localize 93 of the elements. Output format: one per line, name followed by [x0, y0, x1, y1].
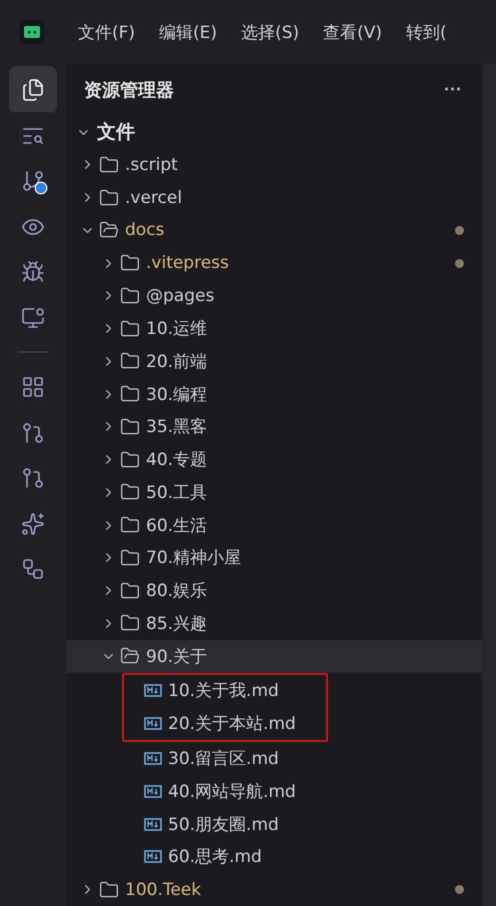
folder-row[interactable]: 90.关于	[66, 640, 482, 673]
folder-name: 20.前端	[146, 350, 208, 373]
file-row[interactable]: 50.朋友圈.md	[66, 808, 482, 841]
folder-name: 50.工具	[146, 482, 208, 504]
menu-item[interactable]: 编辑(E)	[159, 20, 218, 44]
folder-name: 85.兴趣	[146, 612, 208, 635]
folder-row[interactable]: docs	[66, 214, 482, 247]
folder-row[interactable]: 100.Teek	[66, 873, 482, 906]
folder-name: .vitepress	[146, 253, 229, 274]
app-logo	[20, 20, 44, 44]
folder-name: 80.娱乐	[146, 580, 208, 602]
folder-icon	[120, 613, 140, 634]
folder-name: docs	[125, 220, 164, 240]
markdown-icon	[144, 717, 162, 730]
modified-dot	[455, 258, 464, 268]
file-row[interactable]: 40.网站导航.md	[66, 775, 482, 808]
modified-dot	[455, 885, 464, 894]
files-button[interactable]	[9, 66, 57, 114]
folder-icon	[99, 188, 119, 208]
file-name: 40.网站导航.md	[168, 780, 296, 803]
folder-row[interactable]: .vercel	[66, 181, 482, 214]
folder-icon	[120, 450, 140, 470]
file-name: 30.留言区.md	[168, 748, 279, 770]
folder-icon	[120, 548, 140, 568]
markdown-icon	[144, 818, 162, 831]
menu-item[interactable]: 选择(S)	[241, 20, 300, 44]
section-title: 文件	[97, 120, 135, 146]
folder-icon	[120, 482, 140, 502]
folder-row[interactable]: .script	[66, 148, 482, 182]
markdown-icon	[144, 850, 162, 864]
folder-row[interactable]: 85.兴趣	[66, 607, 482, 640]
folder-icon	[120, 580, 140, 601]
folder-row[interactable]: 35.黑客	[66, 410, 482, 444]
folder-name: 100.Teek	[125, 880, 202, 900]
folder-name: 90.关于	[146, 646, 208, 668]
file-row[interactable]: 30.留言区.md	[66, 742, 482, 776]
folder-name: @pages	[146, 286, 214, 306]
markdown-icon	[144, 752, 162, 766]
more-button[interactable]: ···	[444, 79, 462, 100]
file-name: 50.朋友圈.md	[168, 814, 279, 836]
branch-icon	[21, 169, 45, 193]
file-row[interactable]: 10.关于我.md	[66, 674, 326, 708]
folder-row[interactable]: 70.精神小屋	[66, 542, 482, 574]
folder-row[interactable]: @pages	[66, 280, 482, 312]
file-name: 20.关于本站.md	[168, 713, 296, 736]
folder-name: 60.生活	[146, 514, 208, 537]
folder-row[interactable]: 50.工具	[66, 476, 482, 509]
folder-name: 40.专题	[146, 449, 208, 472]
folder-name: 10.运维	[146, 318, 208, 340]
files-icon	[21, 78, 45, 102]
menu-item[interactable]: 文件(F)	[78, 20, 136, 44]
folder-icon	[120, 384, 140, 404]
monitor-icon	[21, 306, 45, 330]
folder-icon	[120, 416, 140, 437]
folder-name: 35.黑客	[146, 416, 208, 438]
folder-icon	[99, 880, 119, 900]
pull-request-icon	[21, 420, 45, 444]
folder-icon	[120, 646, 140, 666]
folder-icon	[120, 253, 140, 274]
folder-icon	[120, 318, 140, 339]
folder-name: .vercel	[125, 188, 182, 208]
nodes-icon	[21, 557, 45, 581]
menu-item[interactable]: 转到(	[406, 20, 447, 44]
folder-row[interactable]: 30.编程	[66, 378, 482, 411]
file-name: 60.思考.md	[168, 846, 262, 868]
menu-item[interactable]: 查看(V)	[323, 20, 382, 44]
folder-row[interactable]: 60.生活	[66, 508, 482, 542]
folder-name: 30.编程	[146, 384, 208, 406]
file-name: 10.关于我.md	[168, 680, 279, 702]
folder-row[interactable]: 20.前端	[66, 345, 482, 378]
folder-row[interactable]: 40.专题	[66, 443, 482, 476]
folder-icon	[120, 286, 140, 306]
section-header[interactable]: 文件	[66, 116, 482, 149]
pull-request-icon	[21, 466, 45, 490]
sparkle-icon	[21, 512, 45, 536]
markdown-icon	[144, 684, 162, 698]
modified-dot	[455, 226, 464, 235]
folder-name: 70.精神小屋	[146, 547, 242, 570]
folder-row[interactable]: .vitepress	[66, 246, 482, 280]
bug-icon	[21, 260, 45, 284]
markdown-icon	[144, 784, 162, 798]
grid-icon	[21, 375, 45, 399]
clock-badge-icon	[34, 181, 48, 195]
folder-row[interactable]: 80.娱乐	[66, 574, 482, 608]
file-row[interactable]: 60.思考.md	[66, 840, 482, 874]
file-row[interactable]: 20.关于本站.md	[66, 707, 326, 740]
folder-name: .script	[125, 154, 178, 175]
folder-icon	[120, 351, 140, 372]
folder-icon	[99, 220, 119, 240]
folder-icon	[99, 154, 119, 175]
panel-title: 资源管理器	[84, 78, 174, 102]
folder-row[interactable]: 10.运维	[66, 312, 482, 346]
folder-icon	[120, 515, 140, 536]
